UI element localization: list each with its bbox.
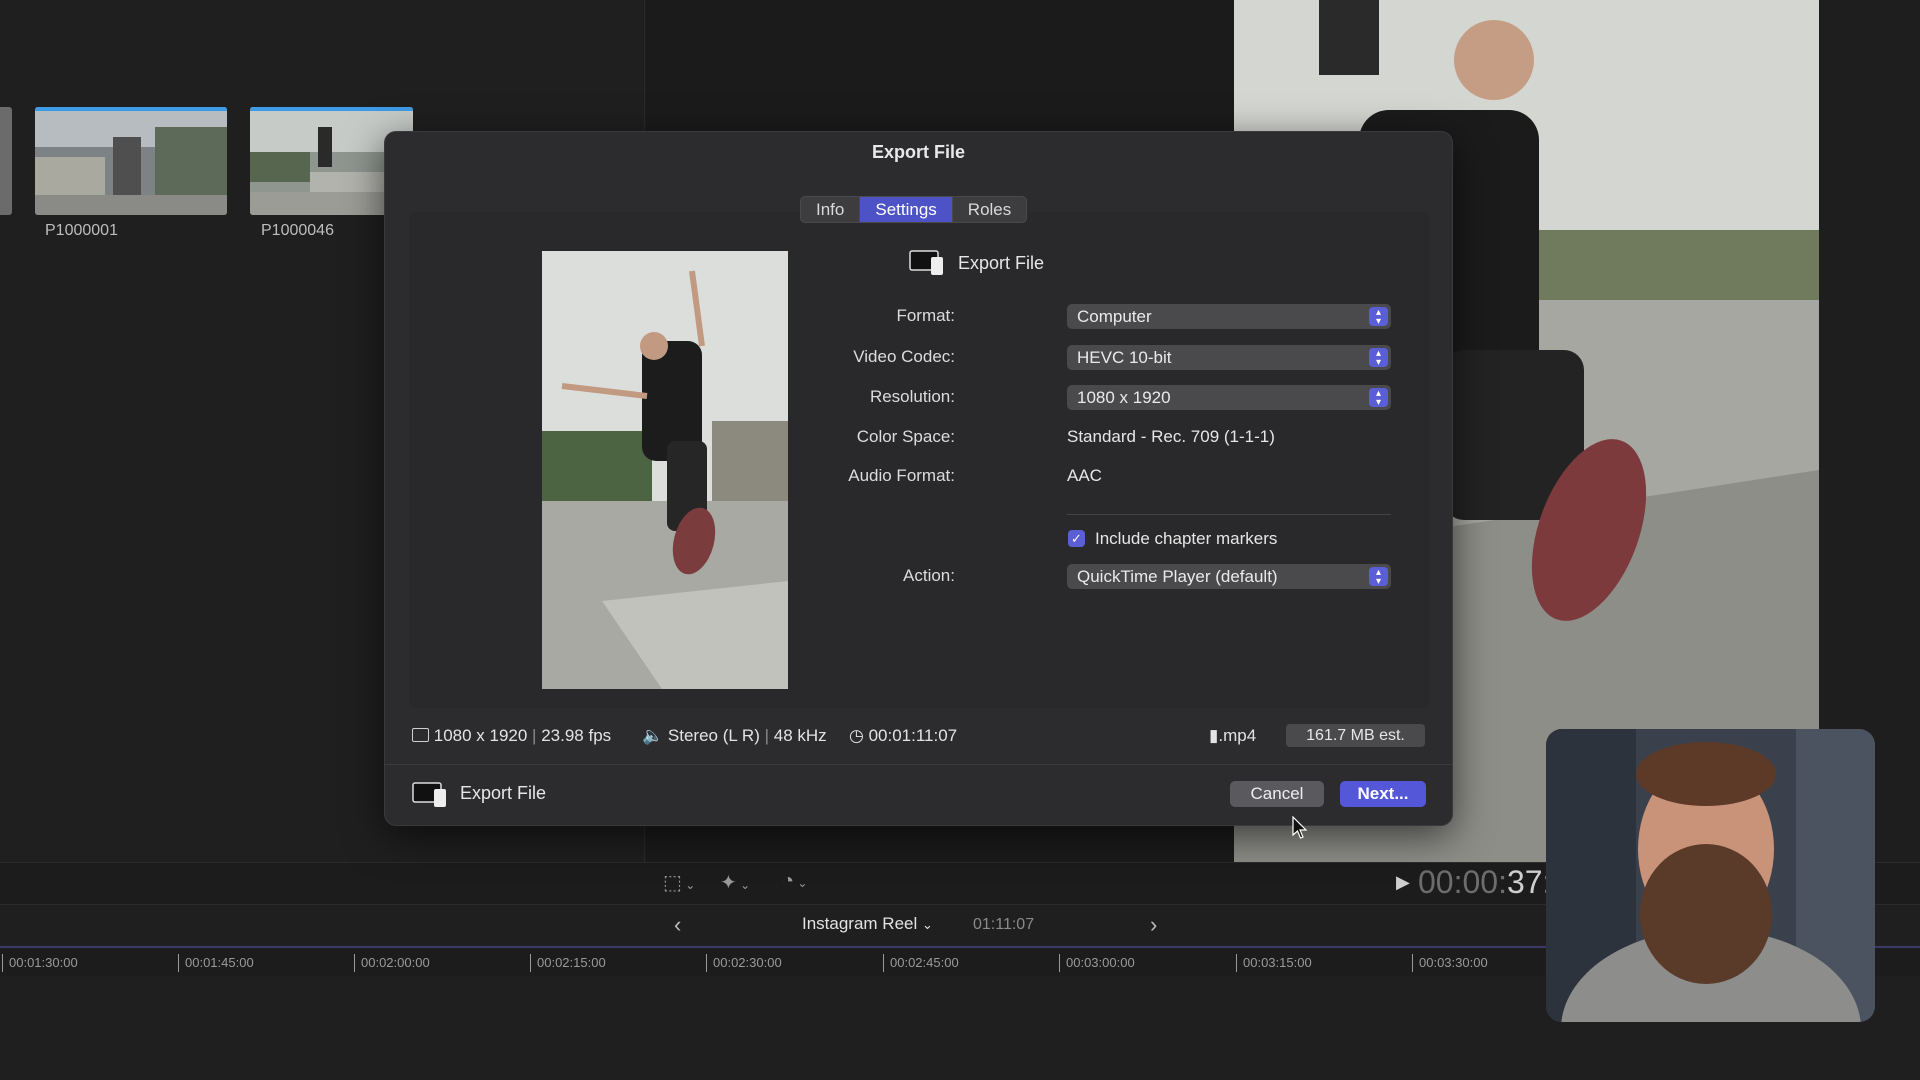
export-dialog: Export File Info Settings Roles Export F… (384, 131, 1453, 826)
tab-bar: Info Settings Roles (800, 196, 1028, 223)
clock-icon: ◷ (849, 726, 864, 745)
project-duration: 01:11:07 (973, 916, 1035, 933)
project-name: Instagram Reel (802, 914, 918, 933)
separator: | (527, 726, 542, 745)
video-codec-value: HEVC 10-bit (1077, 348, 1172, 367)
clip-thumbnail-image (35, 107, 227, 215)
timecode-dim: 00:00: (1418, 864, 1507, 900)
destination-label: Export File (958, 253, 1045, 273)
summary-audio-channels: Stereo (L R) (667, 726, 760, 745)
ruler-tick-label: 00:01:30:00 (2, 954, 78, 972)
video-codec-label: Video Codec: (853, 347, 955, 366)
format-value: Computer (1077, 307, 1152, 326)
separator: | (759, 726, 774, 745)
ruler-tick-label: 00:02:00:00 (354, 954, 430, 972)
summary-sample-rate: 48 kHz (773, 726, 827, 745)
tab-roles[interactable]: Roles (953, 197, 1026, 222)
summary-audio: 🔈 Stereo (L R) | 48 kHz (642, 726, 827, 746)
cancel-button[interactable]: Cancel (1230, 781, 1324, 807)
footer-divider (385, 764, 1452, 765)
chevron-down-icon: ⌄ (922, 917, 933, 932)
tab-info[interactable]: Info (801, 197, 861, 222)
timeline-forward-icon[interactable]: › (1150, 912, 1157, 938)
ruler-tick-label: 00:02:30:00 (706, 954, 782, 972)
webcam-overlay (1546, 729, 1875, 1022)
clip-name-1: P1000001 (45, 222, 118, 239)
chapter-markers-label[interactable]: Include chapter markers (1095, 529, 1277, 549)
ruler-tick-label: 00:02:15:00 (530, 954, 606, 972)
timeline-back-icon[interactable]: ‹ (674, 912, 681, 938)
summary-duration: ◷ 00:01:11:07 (849, 726, 957, 746)
format-label: Format: (896, 306, 955, 325)
clip-progress-bar (250, 107, 413, 111)
summary-video: 1080 x 1920 | 23.98 fps (412, 726, 611, 746)
file-icon: ▮ (1209, 726, 1219, 745)
audio-format-label: Audio Format: (848, 466, 955, 485)
settings-divider (1067, 514, 1391, 515)
frame-size-icon (412, 728, 429, 742)
play-icon[interactable]: ▶ (1396, 872, 1410, 893)
ruler-tick-label: 00:03:00:00 (1059, 954, 1135, 972)
updown-chevron-icon: ▴ ▾ (1369, 307, 1388, 327)
computer-icon (909, 248, 945, 281)
computer-icon (412, 780, 448, 813)
clip-progress-bar (35, 107, 227, 111)
resolution-label: Resolution: (869, 387, 955, 406)
summary-extension: ▮.mp4 (1209, 726, 1256, 746)
color-space-value: Standard - Rec. 709 (1-1-1) (1067, 427, 1275, 446)
video-codec-select[interactable]: HEVC 10-bit ▴ ▾ (1067, 345, 1391, 370)
mouse-cursor-icon (1292, 815, 1308, 845)
action-value: QuickTime Player (default) (1077, 567, 1278, 586)
ruler-tick-label: 00:03:30:00 (1412, 954, 1488, 972)
clip-thumbnail-partial[interactable] (0, 107, 12, 215)
enhance-wand-icon[interactable]: ✦ ⌄ (720, 870, 750, 895)
summary-duration-value: 00:01:11:07 (868, 726, 958, 745)
updown-chevron-icon: ▴ ▾ (1369, 567, 1388, 587)
chapter-markers-checkbox[interactable]: ✓ (1068, 530, 1085, 547)
retime-speed-icon[interactable]: ◔ ⌄ (782, 870, 807, 893)
clip-name-2: P1000046 (261, 222, 334, 239)
timeline-project-menu[interactable]: Instagram Reel ⌄ (802, 914, 933, 934)
next-button[interactable]: Next... (1340, 781, 1426, 807)
file-extension: .mp4 (1218, 726, 1257, 745)
ruler-tick-label: 00:03:15:00 (1236, 954, 1312, 972)
speaker-icon: 🔈 (642, 726, 664, 745)
timecode-bright: 37: (1506, 864, 1552, 900)
dialog-title: Export File (871, 142, 965, 162)
playhead-timecode: 00:00:37: (1418, 864, 1551, 901)
action-select[interactable]: QuickTime Player (default) ▴ ▾ (1067, 564, 1391, 589)
transform-tool-icon[interactable]: ⬚ ⌄ (663, 870, 695, 895)
resolution-select[interactable]: 1080 x 1920 ▴ ▾ (1067, 385, 1391, 410)
audio-format-value: AAC (1067, 466, 1102, 485)
updown-chevron-icon: ▴ ▾ (1369, 388, 1388, 408)
footer-destination-label: Export File (460, 783, 547, 803)
tab-settings[interactable]: Settings (860, 197, 953, 222)
clip-thumbnail-p1000001[interactable] (35, 107, 227, 215)
ruler-tick-label: 00:02:45:00 (883, 954, 959, 972)
resolution-value: 1080 x 1920 (1077, 388, 1171, 407)
ruler-tick-label: 00:01:45:00 (178, 954, 254, 972)
webcam-image (1546, 729, 1875, 1022)
action-label: Action: (903, 566, 955, 585)
summary-resolution: 1080 x 1920 (433, 726, 528, 745)
size-estimate-badge: 161.7 MB est. (1286, 724, 1425, 747)
color-space-label: Color Space: (856, 427, 955, 446)
app-root: P1000001 P1000046 ⬚ ⌄ ✦ ⌄ ◔ ⌄ ▶ 00:00:37… (0, 0, 1920, 1080)
updown-chevron-icon: ▴ ▾ (1369, 348, 1388, 368)
summary-fps: 23.98 fps (541, 726, 612, 745)
format-select[interactable]: Computer ▴ ▾ (1067, 304, 1391, 329)
